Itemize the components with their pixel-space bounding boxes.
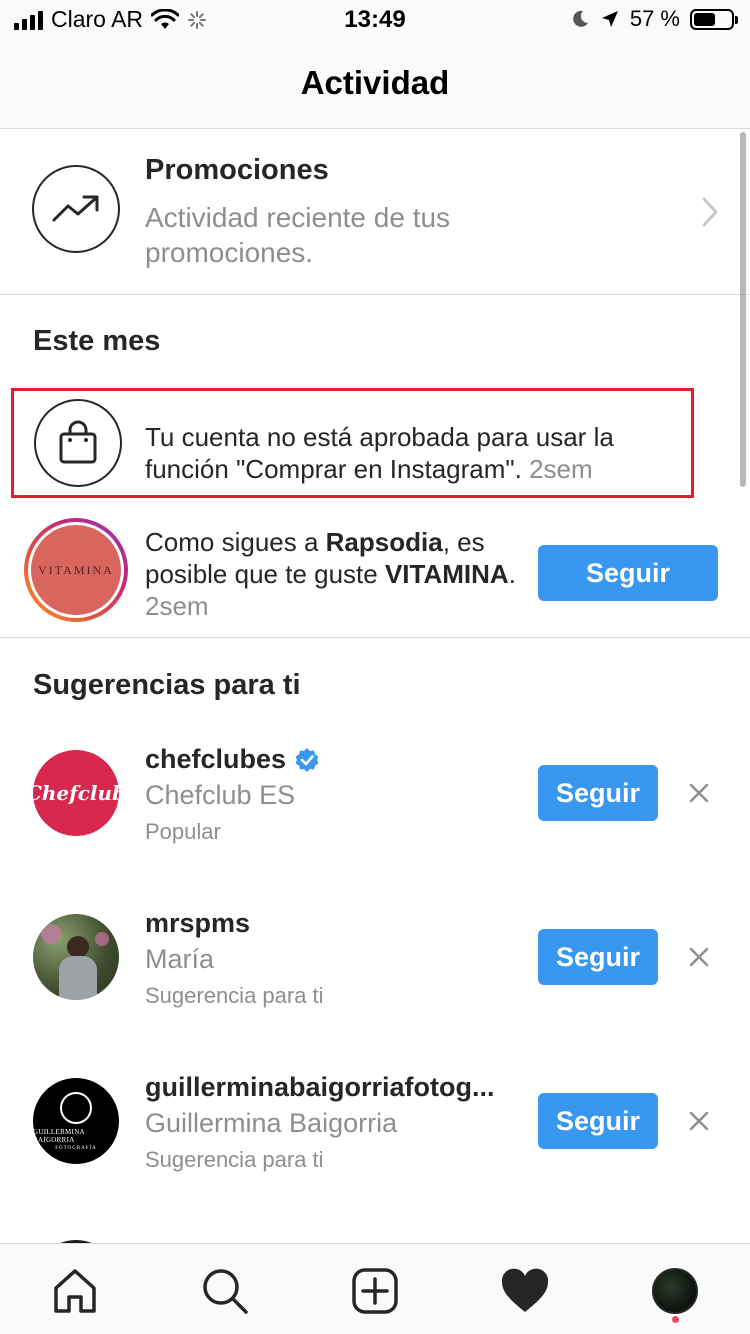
suggestion-time: 2sem [145, 591, 209, 621]
close-icon[interactable] [684, 1106, 714, 1136]
suggestion-post: . [508, 559, 516, 589]
moon-icon [573, 10, 588, 27]
section-suggestions: Sugerencias para ti [33, 669, 301, 701]
shopping-notice-row[interactable]: Tu cuenta no está aprobada para usar la … [11, 388, 694, 498]
username-text: chefclubes [145, 744, 287, 774]
username-text: guillerminabaigorriafotog... [145, 1072, 495, 1102]
suggestion-row[interactable]: VITAMINA Como sigues a Rapsodia, es posi… [0, 510, 750, 638]
status-bar: Claro AR 13:49 57 % [0, 0, 750, 40]
battery-percent: 57 % [629, 6, 680, 31]
activity-heart-icon[interactable] [500, 1266, 550, 1316]
header: Actividad [0, 40, 750, 129]
username[interactable]: mrspms [145, 908, 250, 939]
suggestion-reason: Sugerencia para ti [145, 1147, 324, 1172]
suggested-account-row[interactable]: GUILLERMINA BAIGORRIA FOTOGRAFÍA guiller… [0, 1056, 750, 1186]
display-name: Chefclub ES [145, 780, 296, 810]
verified-badge-icon [295, 747, 319, 772]
location-arrow-icon [601, 11, 618, 27]
shopping-bag-icon [34, 399, 122, 487]
avatar[interactable]: Chefclub [33, 750, 119, 836]
promotions-row[interactable]: Promociones Actividad reciente de tus pr… [0, 130, 750, 295]
notice-time: 2sem [529, 454, 593, 484]
search-icon[interactable] [200, 1266, 250, 1316]
notification-dot [672, 1316, 679, 1323]
status-right: 57 % [570, 6, 738, 32]
battery-fill [694, 12, 715, 26]
follow-button[interactable]: Seguir [538, 929, 658, 985]
avatar[interactable]: GUILLERMINA BAIGORRIA FOTOGRAFÍA [33, 1078, 119, 1164]
profile-avatar[interactable] [650, 1266, 700, 1316]
promotions-title: Promociones [145, 154, 329, 186]
battery-icon [690, 8, 738, 30]
follow-button[interactable]: Seguir [538, 545, 718, 601]
suggestion-reason: Popular [145, 819, 221, 844]
suggested-account-link[interactable]: VITAMINA [385, 559, 509, 589]
suggestion-pre: Como sigues a [145, 527, 326, 557]
username[interactable]: chefclubes [145, 744, 320, 775]
chevron-right-icon [702, 197, 718, 227]
suggested-account-row[interactable]: Chefclub chefclubes Chefclub ES Popular … [0, 728, 750, 858]
username-text: mrspms [145, 908, 251, 938]
section-this-month: Este mes [33, 325, 161, 357]
display-name: María [145, 944, 215, 974]
trending-up-icon [32, 165, 120, 253]
notice-text: Tu cuenta no está aprobada para usar la … [145, 421, 685, 485]
followed-account-link[interactable]: Rapsodia [326, 527, 443, 557]
avatar[interactable] [33, 914, 119, 1000]
story-ring[interactable]: VITAMINA [24, 518, 128, 622]
follow-button[interactable]: Seguir [538, 765, 658, 821]
bottom-tab-bar [0, 1243, 750, 1334]
logo-icon [60, 1091, 92, 1124]
suggestion-reason: Sugerencia para ti [145, 983, 324, 1008]
close-icon[interactable] [684, 942, 714, 972]
new-post-icon[interactable] [350, 1266, 400, 1316]
suggested-account-row[interactable]: mrspms María Sugerencia para ti Seguir [0, 892, 750, 1022]
display-name: Guillermina Baigorria [145, 1108, 398, 1138]
avatar-subtext: FOTOGRAFÍA [55, 1145, 97, 1151]
close-icon[interactable] [684, 778, 714, 808]
scrollbar[interactable] [740, 132, 746, 487]
page-title: Actividad [300, 64, 450, 101]
suggestion-text: Como sigues a Rapsodia, es posible que t… [145, 526, 530, 622]
home-icon[interactable] [50, 1266, 100, 1316]
username[interactable]: guillerminabaigorriafotog... [145, 1072, 495, 1103]
vitamina-avatar: VITAMINA [31, 525, 121, 615]
promotions-subtitle: Actividad reciente de tus promociones. [145, 202, 451, 268]
follow-button[interactable]: Seguir [538, 1093, 658, 1149]
avatar-name-text: GUILLERMINA BAIGORRIA [33, 1127, 85, 1144]
